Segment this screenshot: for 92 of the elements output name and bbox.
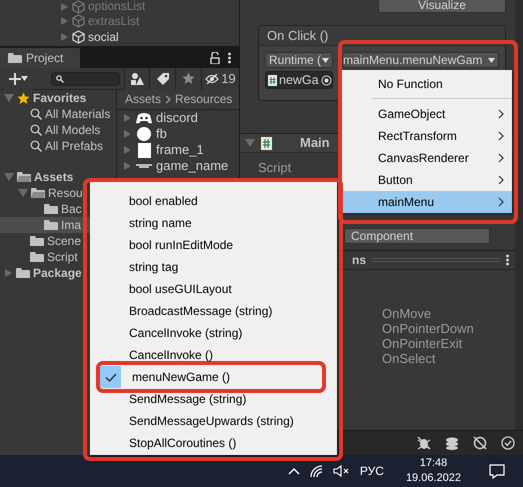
script-icon xyxy=(261,136,272,150)
check-circle-icon[interactable] xyxy=(501,436,515,450)
round-logo-icon xyxy=(136,126,152,142)
plus-icon xyxy=(8,72,21,84)
asset-item[interactable]: frame_1 xyxy=(117,142,239,158)
tree-item[interactable]: All Models xyxy=(0,122,116,138)
filter-by-label-button[interactable] xyxy=(149,68,176,90)
runtime-dropdown[interactable]: Runtime ( xyxy=(265,52,333,68)
folder-icon xyxy=(30,251,44,263)
clock[interactable]: 17:48 19.06.2022 xyxy=(406,456,461,486)
folder-icon xyxy=(16,267,30,279)
search-icon xyxy=(56,74,64,82)
tree-item[interactable]: All Prefabs xyxy=(0,138,116,154)
event-name: OnPointerDown xyxy=(382,320,474,336)
event-name: OnSelect xyxy=(382,350,436,366)
folder-icon xyxy=(44,219,58,231)
language-indicator[interactable]: РУС xyxy=(360,464,384,478)
gamepad-icon xyxy=(136,110,152,126)
notification-icon[interactable] xyxy=(489,464,505,478)
menu-item[interactable]: No Function xyxy=(343,73,512,95)
favorites-button[interactable] xyxy=(175,68,201,90)
more-options-icon[interactable] xyxy=(506,254,509,266)
tag-icon xyxy=(156,72,170,86)
function-dropdown[interactable]: mainMenu.menuNewGam xyxy=(342,52,499,68)
menu-item[interactable]: StopAllCoroutines () xyxy=(90,432,337,454)
caret-icon xyxy=(488,58,495,62)
open-folder-icon xyxy=(31,187,45,199)
network-icon[interactable] xyxy=(473,436,487,450)
star-icon xyxy=(182,72,195,85)
layers-icon[interactable] xyxy=(445,436,459,450)
cube-icon xyxy=(72,14,85,28)
bug-icon[interactable] xyxy=(417,436,431,450)
chevron-up-icon[interactable] xyxy=(288,468,300,474)
search-icon xyxy=(30,124,42,136)
cube-icon xyxy=(72,30,85,44)
star-icon xyxy=(17,92,30,104)
search-field[interactable] xyxy=(50,72,120,86)
object-field[interactable]: newGa xyxy=(265,71,333,89)
folder-icon xyxy=(30,235,44,247)
target-icon[interactable] xyxy=(320,74,332,86)
menu-item[interactable]: CancelInvoke (string) xyxy=(90,322,337,344)
component-title: Main xyxy=(300,135,330,151)
search-icon xyxy=(30,140,42,152)
lock-icon[interactable] xyxy=(210,52,220,64)
asset-item[interactable]: fb xyxy=(117,126,239,142)
tree-item[interactable]: Favorites xyxy=(0,90,116,106)
breadcrumb-link[interactable]: Assets xyxy=(125,92,162,107)
field-label: Script xyxy=(258,160,292,176)
submenu-chevron-icon xyxy=(498,131,504,141)
muted-speaker-icon[interactable] xyxy=(332,465,350,477)
menu-item[interactable]: BroadcastMessage (string) xyxy=(90,300,337,322)
asset-item[interactable]: game_name xyxy=(117,158,239,174)
section-title: ns xyxy=(352,252,366,268)
highlighted-menu-item[interactable]: menuNewGame () xyxy=(96,361,326,393)
open-folder-icon xyxy=(17,171,31,183)
object-name[interactable]: social xyxy=(88,30,119,44)
search-icon xyxy=(30,108,42,120)
menu-item[interactable]: RectTransform xyxy=(343,125,512,147)
folder-icon xyxy=(44,203,58,215)
menu-item[interactable]: CanvasRenderer xyxy=(343,147,512,169)
caret-icon xyxy=(20,76,28,81)
shapes-icon xyxy=(130,72,144,86)
event-name: OnMove xyxy=(382,306,432,322)
project-tab[interactable]: Project xyxy=(0,48,80,68)
caret-icon xyxy=(322,58,329,62)
script-icon xyxy=(268,74,277,86)
breadcrumb-chevron-icon xyxy=(165,95,172,104)
sprite-thumbnail-icon xyxy=(136,142,152,158)
more-options-icon[interactable] xyxy=(228,52,231,64)
menu-item[interactable]: mainMenu xyxy=(343,191,512,213)
wifi-icon[interactable] xyxy=(310,464,323,478)
event-title: On Click () xyxy=(267,28,328,44)
menu-item[interactable]: bool useGUILayout xyxy=(90,278,337,300)
visualize-button[interactable]: Visualize xyxy=(378,0,506,13)
hidden-packages-button[interactable]: 19 xyxy=(200,68,240,90)
eye-slash-icon xyxy=(205,74,220,84)
submenu-chevron-icon xyxy=(498,109,504,119)
add-component-button[interactable]: Component xyxy=(344,228,490,244)
asset-item[interactable]: discord xyxy=(117,110,239,126)
submenu-chevron-icon xyxy=(498,153,504,163)
tree-item[interactable]: Assets xyxy=(0,169,116,185)
breadcrumb-link[interactable]: Resources xyxy=(175,92,232,107)
submenu-chevron-icon xyxy=(498,175,504,185)
filter-by-type-button[interactable] xyxy=(124,68,150,90)
menu-item[interactable]: SendMessageUpwards (string) xyxy=(90,410,337,432)
tree-item[interactable]: All Materials xyxy=(0,106,116,122)
menu-item[interactable]: GameObject xyxy=(343,103,512,125)
event-name: OnPointerExit xyxy=(382,336,462,352)
folder-icon xyxy=(8,52,22,64)
menu-item[interactable]: Button xyxy=(343,169,512,191)
submenu-chevron-icon xyxy=(498,197,504,207)
cube-icon xyxy=(72,0,85,14)
